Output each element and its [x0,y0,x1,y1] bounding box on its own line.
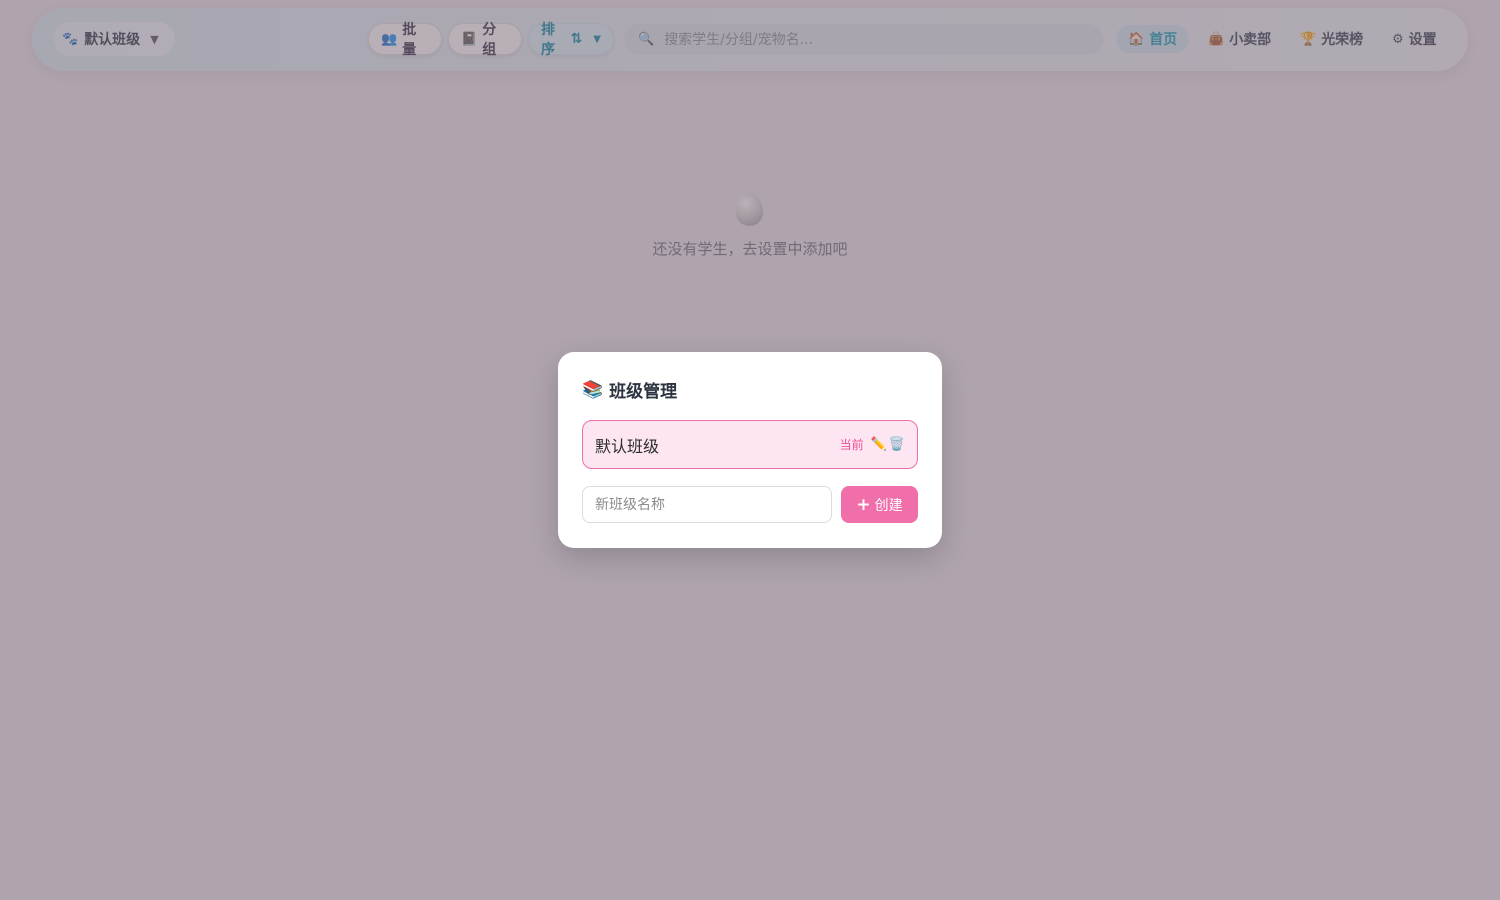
class-name: 默认班级 [595,436,660,456]
dialog-title: 📚 班级管理 [582,377,678,403]
plus-icon: + [856,494,871,515]
current-badge: 当前 [839,438,864,452]
class-management-dialog: 📚 班级管理 默认班级 当前 ✏️ 🗑️ + 创建 [558,352,942,548]
class-list-item[interactable]: 默认班级 当前 ✏️ 🗑️ [582,420,918,469]
books-icon: 📚 [582,379,604,400]
pencil-icon[interactable]: ✏️ [871,437,887,452]
create-class-button[interactable]: + 创建 [841,486,918,523]
dialog-title-text: 班级管理 [609,382,678,402]
new-class-name-input[interactable] [582,486,832,523]
trash-icon[interactable]: 🗑️ [889,437,905,452]
create-button-label: 创建 [874,497,903,514]
